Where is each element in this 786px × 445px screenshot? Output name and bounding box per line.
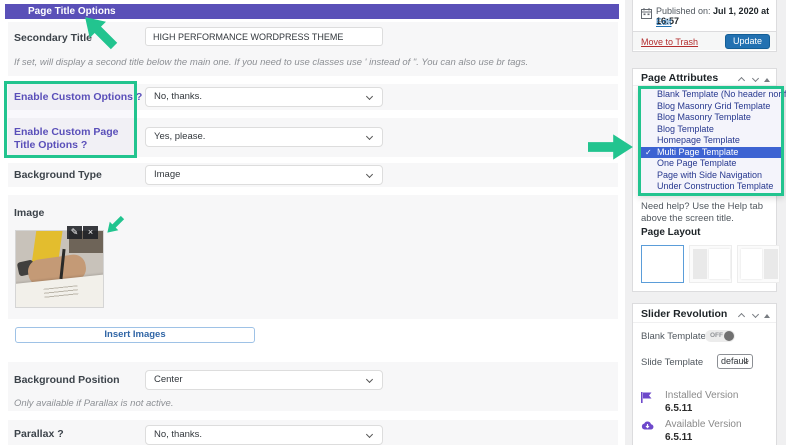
available-version-number: 6.5.11 (665, 432, 692, 443)
enable-custom-page-title-options-value: Yes, please. (154, 131, 205, 142)
parallax-value: No, thanks. (154, 429, 202, 440)
flag-icon (641, 390, 652, 408)
background-type-select[interactable]: Image (145, 165, 383, 185)
publishing-actions: Move to Trash Update (633, 31, 776, 50)
background-type-row: Background Type Image (8, 163, 618, 187)
page-attributes-panel: Page Attributes Blank Template (No heade… (632, 68, 777, 292)
background-position-help: Only available if Parallax is not active… (14, 398, 173, 409)
image-row: Image ✎ × (8, 195, 618, 319)
green-arrow-template-icon (588, 133, 634, 166)
chevron-down-icon (366, 431, 373, 438)
parallax-select[interactable]: No, thanks. (145, 425, 383, 445)
template-option[interactable]: Blog Masonry Grid Template (641, 101, 781, 113)
background-position-label: Background Position (14, 374, 120, 386)
chevron-down-icon (366, 171, 373, 178)
slider-revolution-title: Slider Revolution (641, 308, 727, 320)
remove-image-icon[interactable]: × (83, 226, 98, 239)
template-option[interactable]: Blog Masonry Template (641, 112, 781, 124)
secondary-title-input[interactable] (145, 27, 383, 46)
chevron-down-icon (366, 93, 373, 100)
sidebar: Published on: Jul 1, 2020 at 16:57 Edit … (632, 0, 777, 445)
cloud-download-icon (641, 418, 654, 436)
slider-revolution-panel: Slider Revolution Blank Template OFF Sli… (632, 303, 777, 445)
template-option[interactable]: One Page Template (641, 158, 781, 170)
background-type-label: Background Type (14, 169, 102, 181)
page-title-options-metabox: Page Title Options Secondary Title If se… (0, 0, 625, 445)
template-dropdown-list: Blank Template (No header nor footer) Bl… (638, 86, 784, 196)
background-position-value: Center (154, 374, 183, 385)
background-position-select[interactable]: Center (145, 370, 383, 390)
installed-version-label: Installed Version (665, 390, 738, 401)
slide-template-select[interactable]: default (717, 354, 753, 369)
layout-sidebar-block (693, 249, 707, 279)
parallax-label: Parallax ? (14, 428, 64, 440)
move-panel-up-icon[interactable] (738, 77, 745, 84)
page-layout-full-width-option[interactable] (641, 245, 684, 283)
layout-content-block (709, 249, 730, 279)
calendar-icon (641, 6, 652, 24)
blank-template-label: Blank Template (641, 331, 706, 342)
background-type-value: Image (154, 169, 180, 180)
template-option[interactable]: Blank Template (No header nor footer) (641, 89, 781, 101)
template-option[interactable]: Homepage Template (641, 135, 781, 147)
collapse-panel-icon[interactable] (764, 78, 770, 82)
need-help-text: Need help? Use the Help tab above the sc… (641, 201, 771, 225)
page-layout-left-sidebar-option[interactable] (689, 245, 732, 283)
secondary-title-label: Secondary Title (14, 32, 92, 44)
edit-image-icon[interactable]: ✎ (67, 226, 82, 239)
image-label: Image (14, 207, 44, 219)
slide-template-label: Slide Template (641, 357, 703, 368)
enable-custom-options-select[interactable]: No, thanks. (145, 87, 383, 107)
template-option[interactable]: Page with Side Navigation (641, 170, 781, 182)
edit-published-link[interactable]: Edit (656, 17, 672, 27)
chevron-down-icon (366, 376, 373, 383)
move-panel-down-icon[interactable] (752, 75, 759, 82)
collapse-panel-icon[interactable] (764, 314, 770, 318)
page-editor-screen: Page Title Options Secondary Title If se… (0, 0, 786, 445)
template-option[interactable]: Under Construction Template (641, 181, 781, 193)
image-thumbnail[interactable] (15, 230, 104, 308)
enable-custom-page-title-options-select[interactable]: Yes, please. (145, 127, 383, 147)
enable-custom-options-value: No, thanks. (154, 91, 202, 102)
green-highlight-box (4, 81, 137, 158)
update-button[interactable]: Update (725, 34, 770, 49)
toggle-knob (724, 331, 734, 341)
layout-content-block (741, 249, 762, 279)
blank-template-toggle[interactable]: OFF (705, 330, 735, 342)
page-layout-label: Page Layout (641, 227, 700, 238)
toggle-state-label: OFF (710, 332, 723, 339)
check-icon: ✓ (645, 147, 652, 159)
chevron-down-icon (366, 133, 373, 140)
move-panel-down-icon[interactable] (752, 311, 759, 318)
insert-images-button[interactable]: Insert Images (15, 327, 255, 343)
template-option[interactable]: Blog Template (641, 124, 781, 136)
installed-version-number: 6.5.11 (665, 403, 692, 414)
publish-panel: Published on: Jul 1, 2020 at 16:57 Edit … (632, 0, 777, 52)
secondary-title-help: If set, will display a second title belo… (14, 57, 528, 68)
template-option-selected[interactable]: ✓ Multi Page Template (641, 147, 781, 159)
available-version-label: Available Version (665, 419, 742, 430)
layout-sidebar-block (764, 249, 778, 279)
move-panel-up-icon[interactable] (738, 313, 745, 320)
page-attributes-title: Page Attributes (641, 72, 718, 84)
move-to-trash-link[interactable]: Move to Trash (641, 37, 698, 47)
published-on-text: Published on: Jul 1, 2020 at 16:57 (656, 6, 776, 26)
parallax-row: Parallax ? No, thanks. (8, 420, 618, 445)
page-layout-right-sidebar-option[interactable] (737, 245, 780, 283)
background-position-row: Background Position Center Only availabl… (8, 362, 618, 411)
